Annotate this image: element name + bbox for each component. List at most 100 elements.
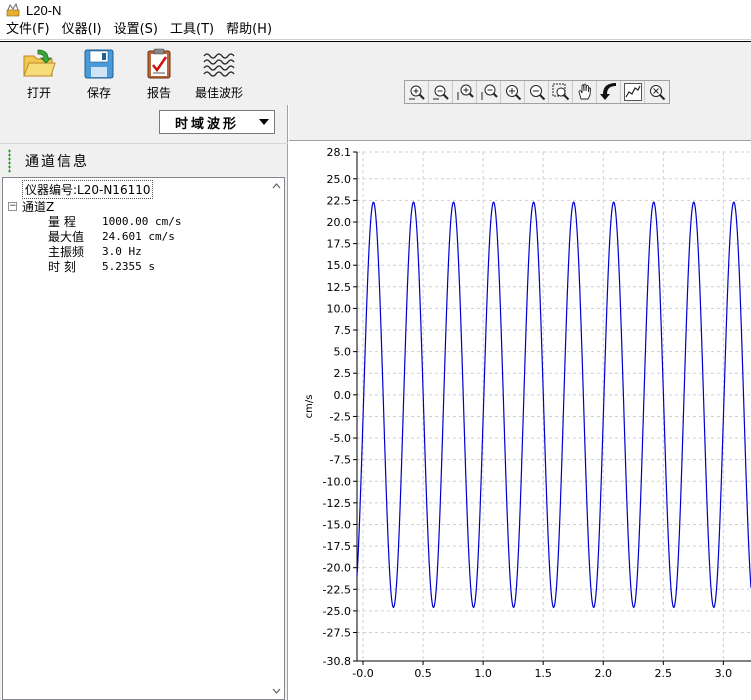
- chevron-down-icon[interactable]: [254, 111, 274, 133]
- reset-zoom-button[interactable]: [645, 81, 669, 103]
- menu-file[interactable]: 文件(F): [0, 20, 56, 40]
- y-tick-label: -15.0: [323, 518, 351, 531]
- channel-info-table: 量 程 1000.00 cm/s 最大值 24.601 cm/s 主振频 3.0…: [48, 214, 181, 274]
- y-tick-label: 2.5: [334, 367, 352, 380]
- channel-info-title: 通道信息: [25, 154, 89, 170]
- y-tick-label: 10.0: [327, 302, 352, 315]
- scroll-down-icon[interactable]: [269, 684, 283, 698]
- zoom-out-button[interactable]: [525, 81, 549, 103]
- x-tick-label: 3.0: [715, 667, 733, 680]
- zoom-out-y-button[interactable]: [477, 81, 501, 103]
- zoom-out-x-icon: [432, 85, 449, 100]
- menu-bar: 文件(F) 仪器(I) 设置(S) 工具(T) 帮助(H): [0, 20, 751, 40]
- save-button[interactable]: 保存: [71, 48, 127, 102]
- zoom-in-icon: [505, 85, 521, 101]
- x-tick-label: -0.0: [352, 667, 373, 680]
- waveform-chart[interactable]: 28.1 25.0 22.5 20.0 17.5 15.0 12.5 10.0 7.5 5.0 2.…: [289, 142, 751, 700]
- waveform-button[interactable]: [621, 81, 645, 103]
- info-key: 时 刻: [48, 260, 76, 274]
- panel-divider: [0, 143, 288, 144]
- x-tick-label: 2.0: [595, 667, 613, 680]
- zoom-in-button[interactable]: [501, 81, 525, 103]
- zoom-in-x-icon: [408, 85, 425, 100]
- scroll-up-icon[interactable]: [269, 179, 283, 193]
- waveform-icon: [623, 83, 642, 101]
- info-row-max: 最大值 24.601 cm/s: [48, 229, 181, 244]
- info-value: 5.2355 s: [102, 260, 155, 273]
- info-value: 24.601 cm/s: [102, 230, 175, 243]
- menu-settings[interactable]: 设置(S): [108, 20, 164, 40]
- zoom-in-y-icon: [457, 84, 474, 100]
- y-tick-label: -30.8: [323, 655, 351, 668]
- y-tick-label: -27.5: [323, 626, 351, 639]
- zoom-in-y-button[interactable]: [453, 81, 477, 103]
- y-tick-label: 28.1: [327, 146, 352, 159]
- y-tick-label: -22.5: [323, 583, 351, 596]
- hand-pan-icon: [578, 83, 591, 100]
- reset-zoom-icon: [650, 85, 666, 101]
- zoom-out-icon: [529, 85, 545, 101]
- info-value: 3.0 Hz: [102, 245, 142, 258]
- zoom-region-icon: [552, 83, 569, 101]
- title-bar: L20-N: [0, 0, 751, 20]
- x-tick-label: 1.0: [474, 667, 492, 680]
- x-tick-label: 2.5: [655, 667, 673, 680]
- floppy-disk-icon: [82, 48, 116, 80]
- zoom-out-x-button[interactable]: [429, 81, 453, 103]
- zoom-toolbar: [404, 80, 670, 104]
- y-tick-label: 22.5: [327, 194, 352, 207]
- left-panel: 时域波形 通道信息 仪器编号:L20-N16110 − 通道Z 量 程 1000…: [0, 105, 288, 700]
- y-tick-label: -12.5: [323, 497, 351, 510]
- save-label: 保存: [86, 86, 111, 100]
- chart-header-bar: [289, 105, 751, 141]
- open-label: 打开: [26, 86, 51, 100]
- y-tick-label: -7.5: [330, 454, 351, 467]
- menu-instrument[interactable]: 仪器(I): [56, 20, 108, 40]
- y-tick-label: -2.5: [330, 410, 351, 423]
- series-line: [356, 201, 751, 609]
- report-button[interactable]: 报告: [131, 48, 187, 102]
- report-clipboard-icon: [142, 48, 176, 80]
- collapse-icon[interactable]: −: [8, 202, 17, 211]
- info-row-frequency: 主振频 3.0 Hz: [48, 244, 181, 259]
- open-folder-icon: [22, 48, 56, 80]
- best-waveform-button[interactable]: 最佳波形: [191, 48, 247, 102]
- menu-help[interactable]: 帮助(H): [220, 20, 278, 40]
- drag-grip-icon[interactable]: [8, 149, 11, 173]
- app-window: L20-N 文件(F) 仪器(I) 设置(S) 工具(T) 帮助(H) 打开 保…: [0, 0, 751, 700]
- y-tick-label: 20.0: [327, 216, 352, 229]
- y-tick-label: 25.0: [327, 173, 352, 186]
- x-tick-label: 0.5: [414, 667, 432, 680]
- view-mode-value: 时域波形: [174, 116, 239, 132]
- hand-pan-button[interactable]: [573, 81, 597, 103]
- y-tick-label: 0.0: [334, 389, 352, 402]
- zoom-out-y-icon: [481, 84, 498, 100]
- undo-button[interactable]: [597, 81, 621, 103]
- view-mode-select[interactable]: 时域波形: [159, 110, 275, 134]
- y-tick-label: -20.0: [323, 562, 351, 575]
- window-title: L20-N: [26, 2, 62, 18]
- info-row-time: 时 刻 5.2355 s: [48, 259, 181, 274]
- instrument-id[interactable]: 仪器编号:L20-N16110: [22, 180, 154, 199]
- y-tick-label: 5.0: [334, 346, 352, 359]
- undo-arrow-icon: [599, 83, 616, 100]
- y-tick-label: 7.5: [334, 324, 352, 337]
- channel-tree: 仪器编号:L20-N16110 − 通道Z 量 程 1000.00 cm/s 最…: [2, 177, 285, 700]
- menu-tools[interactable]: 工具(T): [164, 20, 220, 40]
- info-value: 1000.00 cm/s: [102, 215, 182, 228]
- y-tick-label: -17.5: [323, 540, 351, 553]
- waveform-stack-icon: [202, 48, 236, 80]
- channel-info-header: 通道信息: [0, 145, 288, 177]
- zoom-in-x-button[interactable]: [405, 81, 429, 103]
- y-tick-label: -10.0: [323, 475, 351, 488]
- x-tick-label: 1.5: [534, 667, 552, 680]
- app-icon: [6, 3, 20, 17]
- open-button[interactable]: 打开: [11, 48, 67, 102]
- y-tick-label: 17.5: [327, 238, 352, 251]
- y-tick-label: 12.5: [327, 281, 352, 294]
- y-tick-label: -5.0: [330, 432, 351, 445]
- best-waveform-label: 最佳波形: [194, 86, 243, 100]
- chart-panel: 28.1 25.0 22.5 20.0 17.5 15.0 12.5 10.0 7.5 5.0 2.…: [289, 105, 751, 700]
- y-tick-label: 15.0: [327, 259, 352, 272]
- zoom-region-button[interactable]: [549, 81, 573, 103]
